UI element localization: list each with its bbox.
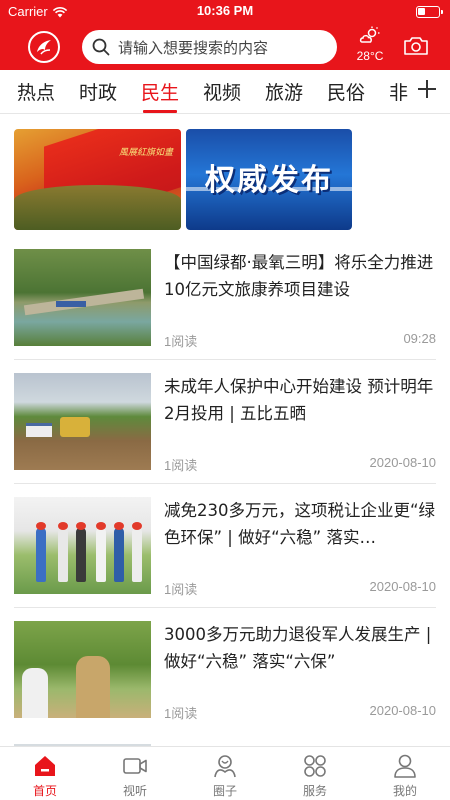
weather-widget[interactable]: 28°C <box>352 26 388 66</box>
nav-profile[interactable]: 我的 <box>360 753 450 799</box>
tab-politics[interactable]: 时政 <box>79 78 117 108</box>
news-title: 3000多万元助力退役军人发展生产 | 做好“六稳” 落实“六保” <box>164 625 432 671</box>
nav-profile-label: 我的 <box>392 784 417 798</box>
news-read-count: 1阅读 <box>164 458 198 473</box>
news-read-count: 1阅读 <box>164 706 198 721</box>
category-tabs: 热点 时政 民生 视频 旅游 民俗 非 <box>0 70 450 114</box>
nav-services-label: 服务 <box>302 784 327 798</box>
news-title: 【中国绿都·最氧三明】将乐全力推进10亿元文旅康养项目建设 <box>164 253 434 299</box>
status-bar: Carrier 10:36 PM <box>0 0 450 24</box>
hills-graphic <box>14 185 181 230</box>
news-date: 2020-08-10 <box>369 455 437 470</box>
app-header: Carrier 10:36 PM 请输入想要搜索的内容 28°C <box>0 0 450 70</box>
banner-red-flag[interactable]: 風展紅旗如畫 <box>14 129 181 230</box>
tab-folk[interactable]: 民俗 <box>327 78 365 108</box>
partly-cloudy-icon <box>359 26 380 43</box>
add-category-icon[interactable] <box>416 78 438 100</box>
news-date: 09:28 <box>403 331 436 346</box>
app-logo-icon[interactable] <box>28 31 60 63</box>
tab-travel[interactable]: 旅游 <box>265 78 303 108</box>
search-icon <box>92 38 110 56</box>
news-item[interactable]: 3000多万元助力退役军人发展生产 | 做好“六稳” 落实“六保” 1阅读 20… <box>14 621 436 733</box>
nav-home-label: 首页 <box>32 784 57 798</box>
banner-title: 权威发布 <box>205 162 333 198</box>
nav-media[interactable]: 视听 <box>90 753 180 799</box>
nav-circle[interactable]: 圈子 <box>180 753 270 799</box>
community-icon <box>214 755 236 778</box>
news-item[interactable]: 【中国绿都·最氧三明】将乐全力推进10亿元文旅康养项目建设 1阅读 09:28 <box>14 249 436 361</box>
news-thumbnail <box>14 497 151 594</box>
news-read-count: 1阅读 <box>164 582 198 597</box>
divider <box>14 607 436 608</box>
services-grid-icon <box>304 755 326 777</box>
bottom-navigation: 首页 视听 圈子 服务 我的 <box>0 746 450 800</box>
tab-hot[interactable]: 热点 <box>17 78 55 108</box>
news-item[interactable]: 未成年人保护中心开始建设 预计明年2月投用 | 五比五晒 1阅读 2020-08… <box>14 373 436 485</box>
search-placeholder: 请输入想要搜索的内容 <box>118 38 269 57</box>
divider <box>14 483 436 484</box>
tab-livelihood[interactable]: 民生 <box>141 78 179 113</box>
news-thumbnail <box>14 621 151 718</box>
weather-temperature: 28°C <box>356 49 384 63</box>
banner-authoritative-release[interactable]: 权威发布 <box>186 129 352 230</box>
nav-home[interactable]: 首页 <box>0 753 90 799</box>
news-title: 减免230多万元，这项税让企业更“绿色环保” | 做好“六稳” 落实… <box>164 501 436 547</box>
news-item[interactable]: 减免230多万元，这项税让企业更“绿色环保” | 做好“六稳” 落实… 1阅读 … <box>14 497 436 609</box>
news-thumbnail <box>14 249 151 346</box>
nav-circle-label: 圈子 <box>212 784 237 798</box>
clock: 10:36 PM <box>196 3 254 18</box>
tab-heritage[interactable]: 非 <box>389 78 408 108</box>
nav-services[interactable]: 服务 <box>270 753 360 799</box>
user-icon <box>394 754 416 778</box>
nav-media-label: 视听 <box>122 784 147 798</box>
news-title: 未成年人保护中心开始建设 预计明年2月投用 | 五比五晒 <box>164 377 434 423</box>
news-date: 2020-08-10 <box>369 703 437 718</box>
search-bar[interactable]: 请输入想要搜索的内容 <box>82 30 337 64</box>
banner-calligraphy: 風展紅旗如畫 <box>118 148 173 158</box>
video-camera-icon <box>123 758 147 774</box>
news-read-count: 1阅读 <box>164 334 198 349</box>
camera-icon[interactable] <box>403 35 429 57</box>
news-thumbnail <box>14 373 151 470</box>
home-icon <box>35 756 55 776</box>
news-date: 2020-08-10 <box>369 579 437 594</box>
tab-video[interactable]: 视频 <box>203 78 241 108</box>
battery-icon <box>416 6 443 18</box>
divider <box>14 359 436 360</box>
